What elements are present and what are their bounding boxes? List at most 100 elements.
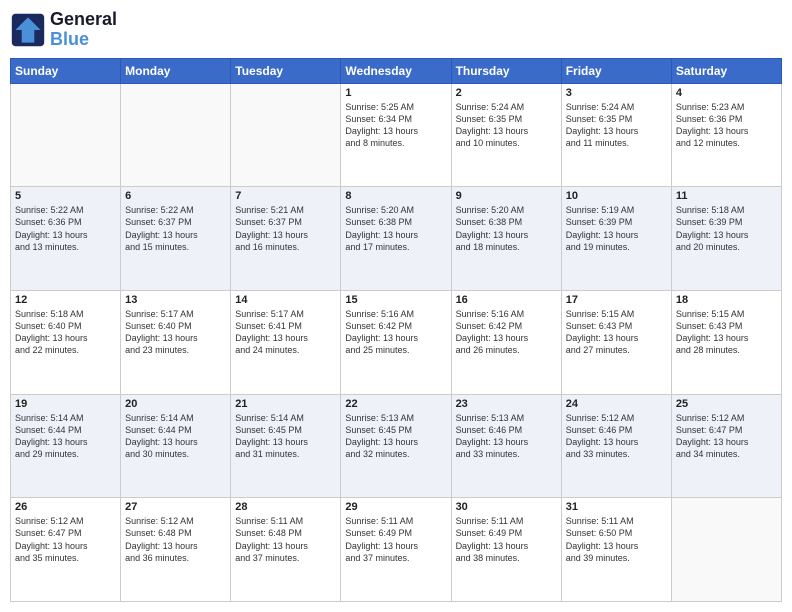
- day-number: 26: [15, 501, 116, 513]
- day-info: Sunrise: 5:18 AM Sunset: 6:40 PM Dayligh…: [15, 308, 116, 357]
- day-info: Sunrise: 5:20 AM Sunset: 6:38 PM Dayligh…: [345, 204, 446, 253]
- day-number: 28: [235, 501, 336, 513]
- calendar-cell: 24 Sunrise: 5:12 AM Sunset: 6:46 PM Dayli…: [561, 394, 671, 498]
- day-info: Sunrise: 5:24 AM Sunset: 6:35 PM Dayligh…: [566, 101, 667, 150]
- week-row-1: 5 Sunrise: 5:22 AM Sunset: 6:36 PM Daylig…: [11, 187, 782, 291]
- day-info: Sunrise: 5:14 AM Sunset: 6:44 PM Dayligh…: [15, 412, 116, 461]
- calendar-cell: 25 Sunrise: 5:12 AM Sunset: 6:47 PM Dayli…: [671, 394, 781, 498]
- day-number: 25: [676, 398, 777, 410]
- day-info: Sunrise: 5:12 AM Sunset: 6:47 PM Dayligh…: [676, 412, 777, 461]
- calendar-cell: 21 Sunrise: 5:14 AM Sunset: 6:45 PM Dayli…: [231, 394, 341, 498]
- day-info: Sunrise: 5:15 AM Sunset: 6:43 PM Dayligh…: [676, 308, 777, 357]
- day-number: 24: [566, 398, 667, 410]
- week-row-3: 19 Sunrise: 5:14 AM Sunset: 6:44 PM Dayli…: [11, 394, 782, 498]
- day-number: 13: [125, 294, 226, 306]
- calendar-cell: 3 Sunrise: 5:24 AM Sunset: 6:35 PM Daylig…: [561, 83, 671, 187]
- day-info: Sunrise: 5:16 AM Sunset: 6:42 PM Dayligh…: [345, 308, 446, 357]
- calendar-cell: 12 Sunrise: 5:18 AM Sunset: 6:40 PM Dayli…: [11, 290, 121, 394]
- day-info: Sunrise: 5:12 AM Sunset: 6:46 PM Dayligh…: [566, 412, 667, 461]
- day-info: Sunrise: 5:21 AM Sunset: 6:37 PM Dayligh…: [235, 204, 336, 253]
- day-number: 16: [456, 294, 557, 306]
- day-number: 2: [456, 87, 557, 99]
- calendar-cell: 16 Sunrise: 5:16 AM Sunset: 6:42 PM Dayli…: [451, 290, 561, 394]
- day-number: 4: [676, 87, 777, 99]
- day-info: Sunrise: 5:14 AM Sunset: 6:45 PM Dayligh…: [235, 412, 336, 461]
- calendar-header-row: SundayMondayTuesdayWednesdayThursdayFrid…: [11, 58, 782, 83]
- day-info: Sunrise: 5:22 AM Sunset: 6:37 PM Dayligh…: [125, 204, 226, 253]
- calendar-cell: [11, 83, 121, 187]
- logo: General Blue: [10, 10, 117, 50]
- week-row-2: 12 Sunrise: 5:18 AM Sunset: 6:40 PM Dayli…: [11, 290, 782, 394]
- page: General Blue SundayMondayTuesdayWednesda…: [0, 0, 792, 612]
- day-info: Sunrise: 5:19 AM Sunset: 6:39 PM Dayligh…: [566, 204, 667, 253]
- day-number: 21: [235, 398, 336, 410]
- day-number: 19: [15, 398, 116, 410]
- day-header-tuesday: Tuesday: [231, 58, 341, 83]
- calendar-body: 1 Sunrise: 5:25 AM Sunset: 6:34 PM Daylig…: [11, 83, 782, 601]
- calendar-cell: 29 Sunrise: 5:11 AM Sunset: 6:49 PM Dayli…: [341, 498, 451, 602]
- calendar-cell: 4Sunrise: 5:23 AM Sunset: 6:36 PM Daylig…: [671, 83, 781, 187]
- logo-text: General Blue: [50, 10, 117, 50]
- day-number: 8: [345, 190, 446, 202]
- calendar-cell: 13 Sunrise: 5:17 AM Sunset: 6:40 PM Dayli…: [121, 290, 231, 394]
- day-number: 1: [345, 87, 446, 99]
- day-info: Sunrise: 5:13 AM Sunset: 6:45 PM Dayligh…: [345, 412, 446, 461]
- day-info: Sunrise: 5:16 AM Sunset: 6:42 PM Dayligh…: [456, 308, 557, 357]
- day-header-friday: Friday: [561, 58, 671, 83]
- day-number: 23: [456, 398, 557, 410]
- calendar-cell: 30Sunrise: 5:11 AM Sunset: 6:49 PM Dayli…: [451, 498, 561, 602]
- day-header-saturday: Saturday: [671, 58, 781, 83]
- calendar-cell: [671, 498, 781, 602]
- calendar-table: SundayMondayTuesdayWednesdayThursdayFrid…: [10, 58, 782, 602]
- day-number: 12: [15, 294, 116, 306]
- calendar-cell: 2Sunrise: 5:24 AM Sunset: 6:35 PM Daylig…: [451, 83, 561, 187]
- day-number: 6: [125, 190, 226, 202]
- calendar-cell: 11Sunrise: 5:18 AM Sunset: 6:39 PM Dayli…: [671, 187, 781, 291]
- calendar-cell: 27 Sunrise: 5:12 AM Sunset: 6:48 PM Dayli…: [121, 498, 231, 602]
- calendar-cell: 26Sunrise: 5:12 AM Sunset: 6:47 PM Dayli…: [11, 498, 121, 602]
- day-info: Sunrise: 5:15 AM Sunset: 6:43 PM Dayligh…: [566, 308, 667, 357]
- week-row-0: 1 Sunrise: 5:25 AM Sunset: 6:34 PM Daylig…: [11, 83, 782, 187]
- day-info: Sunrise: 5:14 AM Sunset: 6:44 PM Dayligh…: [125, 412, 226, 461]
- day-number: 18: [676, 294, 777, 306]
- calendar-cell: 10 Sunrise: 5:19 AM Sunset: 6:39 PM Dayli…: [561, 187, 671, 291]
- day-info: Sunrise: 5:25 AM Sunset: 6:34 PM Dayligh…: [345, 101, 446, 150]
- calendar-cell: 19 Sunrise: 5:14 AM Sunset: 6:44 PM Dayli…: [11, 394, 121, 498]
- day-number: 20: [125, 398, 226, 410]
- calendar-cell: 23 Sunrise: 5:13 AM Sunset: 6:46 PM Dayli…: [451, 394, 561, 498]
- week-row-4: 26Sunrise: 5:12 AM Sunset: 6:47 PM Dayli…: [11, 498, 782, 602]
- day-number: 22: [345, 398, 446, 410]
- calendar-cell: 1 Sunrise: 5:25 AM Sunset: 6:34 PM Daylig…: [341, 83, 451, 187]
- day-number: 3: [566, 87, 667, 99]
- calendar-cell: 28 Sunrise: 5:11 AM Sunset: 6:48 PM Dayli…: [231, 498, 341, 602]
- calendar-cell: 18 Sunrise: 5:15 AM Sunset: 6:43 PM Dayli…: [671, 290, 781, 394]
- day-number: 15: [345, 294, 446, 306]
- day-info: Sunrise: 5:11 AM Sunset: 6:49 PM Dayligh…: [345, 515, 446, 564]
- day-info: Sunrise: 5:11 AM Sunset: 6:50 PM Dayligh…: [566, 515, 667, 564]
- day-header-sunday: Sunday: [11, 58, 121, 83]
- header: General Blue: [10, 10, 782, 50]
- logo-icon: [10, 12, 46, 48]
- day-info: Sunrise: 5:17 AM Sunset: 6:40 PM Dayligh…: [125, 308, 226, 357]
- day-number: 29: [345, 501, 446, 513]
- calendar-cell: 8 Sunrise: 5:20 AM Sunset: 6:38 PM Daylig…: [341, 187, 451, 291]
- calendar-cell: [121, 83, 231, 187]
- day-info: Sunrise: 5:22 AM Sunset: 6:36 PM Dayligh…: [15, 204, 116, 253]
- day-number: 31: [566, 501, 667, 513]
- day-number: 7: [235, 190, 336, 202]
- day-number: 17: [566, 294, 667, 306]
- calendar-cell: 7 Sunrise: 5:21 AM Sunset: 6:37 PM Daylig…: [231, 187, 341, 291]
- day-number: 10: [566, 190, 667, 202]
- day-info: Sunrise: 5:11 AM Sunset: 6:48 PM Dayligh…: [235, 515, 336, 564]
- calendar-cell: 17 Sunrise: 5:15 AM Sunset: 6:43 PM Dayli…: [561, 290, 671, 394]
- day-info: Sunrise: 5:20 AM Sunset: 6:38 PM Dayligh…: [456, 204, 557, 253]
- day-number: 27: [125, 501, 226, 513]
- day-info: Sunrise: 5:11 AM Sunset: 6:49 PM Dayligh…: [456, 515, 557, 564]
- day-number: 5: [15, 190, 116, 202]
- calendar-cell: 9Sunrise: 5:20 AM Sunset: 6:38 PM Daylig…: [451, 187, 561, 291]
- day-header-monday: Monday: [121, 58, 231, 83]
- day-info: Sunrise: 5:13 AM Sunset: 6:46 PM Dayligh…: [456, 412, 557, 461]
- day-header-wednesday: Wednesday: [341, 58, 451, 83]
- day-number: 14: [235, 294, 336, 306]
- day-info: Sunrise: 5:12 AM Sunset: 6:48 PM Dayligh…: [125, 515, 226, 564]
